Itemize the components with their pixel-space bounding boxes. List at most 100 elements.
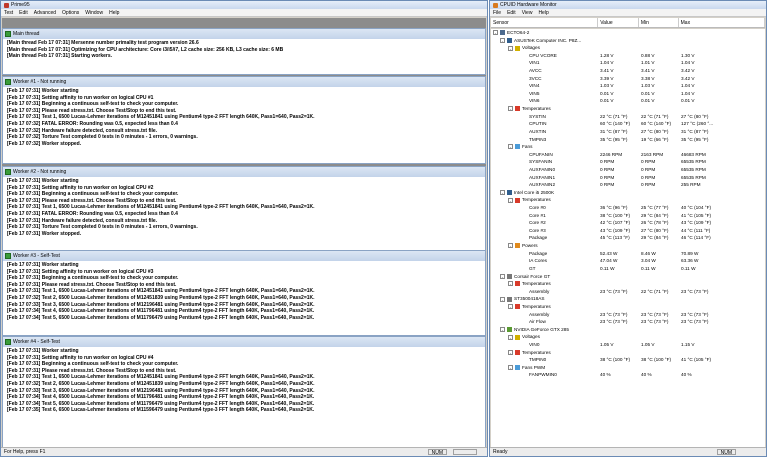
worker-3-window[interactable]: Worker #3 - Self-Test [Feb 17 07:31] Wor… xyxy=(2,250,486,336)
column-min[interactable]: Min xyxy=(639,18,679,27)
sensor-row[interactable]: 3VCC 3.39 V 3.38 V 3.42 V xyxy=(491,75,765,83)
sensor-group-row[interactable]: - Powers xyxy=(491,242,765,250)
sensor-row[interactable]: AUXTIN 31 °C (87 °F) 27 °C (80 °F) 31 °C (8… xyxy=(491,128,765,136)
worker-3-log[interactable]: [Feb 17 07:31] Worker starting [Feb 17 0… xyxy=(3,261,485,322)
sensor-row[interactable]: Core #2 42 °C (107 °F) 26 °C (78 °F) 43 °C … xyxy=(491,219,765,227)
sensor-group-row[interactable]: - Fans PWM xyxy=(491,364,765,372)
expand-collapse-toggle[interactable]: - xyxy=(508,45,513,51)
sensor-label: SYSFANIN xyxy=(529,158,552,166)
sensor-row[interactable]: AUXFANIN1 0 RPM 0 RPM 65535 RPM xyxy=(491,174,765,182)
sensor-row[interactable]: GT 0.11 W 0.11 W 0.11 W xyxy=(491,265,765,273)
expand-collapse-toggle[interactable]: - xyxy=(500,327,505,333)
expand-collapse-toggle[interactable]: - xyxy=(500,296,505,302)
sensor-row[interactable]: Core #3 43 °C (109 °F) 27 °C (80 °F) 44 °C … xyxy=(491,227,765,235)
sensor-row[interactable]: AVCC 3.41 V 3.41 V 3.42 V xyxy=(491,67,765,75)
menu-help[interactable]: Help xyxy=(535,10,551,16)
sensor-row[interactable]: Assembly 23 °C (73 °F) 22 °C (71 °F) 23 °C … xyxy=(491,288,765,296)
expand-collapse-toggle[interactable]: - xyxy=(508,349,513,355)
expand-collapse-toggle[interactable]: - xyxy=(508,281,513,287)
column-sensor[interactable]: Sensor xyxy=(491,18,599,27)
menu-edit[interactable]: Edit xyxy=(504,10,519,16)
menu-advanced[interactable]: Advanced xyxy=(31,10,59,16)
worker-2-titlebar[interactable]: Worker #2 - Not running xyxy=(3,167,485,177)
sensor-row[interactable]: CPUFANIN 2246 RPM 2163 RPM 46683 RPM xyxy=(491,151,765,159)
sensor-row[interactable]: IA Cores 47.04 W 3.04 W 63.36 W xyxy=(491,257,765,265)
sensor-row[interactable]: AUXFANIN2 0 RPM 0 RPM 255 RPM xyxy=(491,181,765,189)
sensor-row[interactable]: CPUTIN 60 °C (140 °F) 60 °C (140 °F) 127 °C… xyxy=(491,120,765,128)
sensor-label: VIN5 xyxy=(529,90,539,98)
sensor-row[interactable]: FANPWMIN0 40 % 40 % 40 % xyxy=(491,371,765,379)
expand-collapse-toggle[interactable]: - xyxy=(500,37,505,43)
hwmonitor-titlebar[interactable]: CPUID Hardware Monitor xyxy=(490,1,766,9)
sensor-tree[interactable]: - ECTO64-2- ASUSTeK Computer INC. P8Z... - V… xyxy=(491,29,765,447)
worker-2-window[interactable]: Worker #2 - Not running [Feb 17 07:31] W… xyxy=(2,166,486,251)
sensor-row[interactable]: VIN1 1.04 V 1.01 V 1.04 V xyxy=(491,59,765,67)
worker-1-log[interactable]: [Feb 17 07:31] Worker starting [Feb 17 0… xyxy=(3,87,485,148)
sensor-row[interactable]: SYSFANIN 0 RPM 0 RPM 65535 RPM xyxy=(491,158,765,166)
expand-collapse-toggle[interactable]: - xyxy=(508,304,513,310)
sensor-row[interactable]: VIN4 1.03 V 1.03 V 1.04 V xyxy=(491,82,765,90)
menu-test[interactable]: Test xyxy=(1,10,16,16)
sensor-group-row[interactable]: - Temperatures xyxy=(491,303,765,311)
expand-collapse-toggle[interactable]: - xyxy=(508,243,513,249)
column-max[interactable]: Max xyxy=(679,18,765,27)
sensor-group-row[interactable]: - ASUSTeK Computer INC. P8Z... xyxy=(491,37,765,45)
sensor-row[interactable]: VIN6 0.01 V 0.01 V 0.01 V xyxy=(491,97,765,105)
sensor-row[interactable]: TMPIN3 35 °C (95 °F) 19 °C (66 °F) 35 °C (9… xyxy=(491,136,765,144)
worker-4-window[interactable]: Worker #4 - Self-Test [Feb 17 07:31] Wor… xyxy=(2,336,486,449)
sensor-group-row[interactable]: - Corsair Force GT xyxy=(491,273,765,281)
sensor-row[interactable]: Package 45 °C (113 °F) 29 °C (84 °F) 46 °C … xyxy=(491,234,765,242)
main-thread-window[interactable]: Main thread [Main thread Feb 17 07:31] M… xyxy=(2,28,486,75)
sensor-group-row[interactable]: - Temperatures xyxy=(491,349,765,357)
sensor-row[interactable]: CPU VCORE 1.28 V 0.88 V 1.30 V xyxy=(491,52,765,60)
chip-icon xyxy=(507,190,512,196)
menu-window[interactable]: Window xyxy=(82,10,106,16)
worker-2-log[interactable]: [Feb 17 07:31] Worker starting [Feb 17 0… xyxy=(3,177,485,238)
sensor-row[interactable]: VIN5 0.01 V 0.01 V 1.04 V xyxy=(491,90,765,98)
sensor-group-row[interactable]: - Fans xyxy=(491,143,765,151)
worker-1-titlebar[interactable]: Worker #1 - Not running xyxy=(3,77,485,87)
sensor-row[interactable]: SYSTIN 22 °C (71 °F) 22 °C (71 °F) 27 °C (8… xyxy=(491,113,765,121)
column-value[interactable]: Value xyxy=(598,18,639,27)
worker-3-titlebar[interactable]: Worker #3 - Self-Test xyxy=(3,251,485,261)
expand-collapse-toggle[interactable]: - xyxy=(508,334,513,340)
expand-collapse-toggle[interactable]: - xyxy=(508,106,513,112)
sensor-group-row[interactable]: - Temperatures xyxy=(491,280,765,288)
sensor-group-row[interactable]: - Voltages xyxy=(491,333,765,341)
prime95-titlebar[interactable]: Prime95 xyxy=(1,1,487,9)
worker-1-window[interactable]: Worker #1 - Not running [Feb 17 07:31] W… xyxy=(2,76,486,164)
sensor-group-row[interactable]: - ECTO64-2 xyxy=(491,29,765,37)
sensor-group-row[interactable]: - ST3500418AS xyxy=(491,295,765,303)
sensor-name: VIN5 xyxy=(529,90,540,96)
expand-collapse-toggle[interactable]: - xyxy=(508,197,513,203)
sensor-row[interactable]: TMPIN0 38 °C (100 °F) 38 °C (100 °F) 41 °C … xyxy=(491,356,765,364)
expand-collapse-toggle[interactable]: - xyxy=(508,365,513,371)
sensor-group-row[interactable]: - Temperatures xyxy=(491,196,765,204)
sensor-row[interactable]: Core #0 36 °C (96 °F) 25 °C (77 °F) 40 °C (… xyxy=(491,204,765,212)
sensor-row[interactable]: Package 52.43 W 8.46 W 70.89 W xyxy=(491,250,765,258)
sensor-row[interactable]: AUXFANIN0 0 RPM 0 RPM 65535 RPM xyxy=(491,166,765,174)
sensor-row[interactable]: Assembly 23 °C (73 °F) 23 °C (73 °F) 23 °C … xyxy=(491,311,765,319)
menu-options[interactable]: Options xyxy=(59,10,82,16)
sensor-row[interactable]: Air Flow 23 °C (73 °F) 23 °C (73 °F) 23 °C … xyxy=(491,318,765,326)
menu-help[interactable]: Help xyxy=(106,10,122,16)
log-line: [Feb 17 07:34] Test 5, 6500 Lucas-Lehmer… xyxy=(7,314,315,321)
main-thread-titlebar[interactable]: Main thread xyxy=(3,29,485,39)
expand-collapse-toggle[interactable]: - xyxy=(493,30,498,36)
sensor-group-row[interactable]: - NVIDIA GeForce GTX 285 xyxy=(491,326,765,334)
menu-edit[interactable]: Edit xyxy=(16,10,31,16)
worker-4-log[interactable]: [Feb 17 07:31] Worker starting [Feb 17 0… xyxy=(3,347,485,415)
expand-collapse-toggle[interactable]: - xyxy=(500,273,505,279)
sensor-row[interactable]: VIN0 1.05 V 1.05 V 1.15 V xyxy=(491,341,765,349)
main-thread-log[interactable]: [Main thread Feb 17 07:31] Mersenne numb… xyxy=(3,39,485,61)
sensor-group-row[interactable]: - Intel Core i5 2500K xyxy=(491,189,765,197)
expand-collapse-toggle[interactable]: - xyxy=(500,190,505,196)
worker-4-titlebar[interactable]: Worker #4 - Self-Test xyxy=(3,337,485,347)
menu-view[interactable]: View xyxy=(519,10,536,16)
sensor-row[interactable]: Core #1 38 °C (100 °F) 29 °C (84 °F) 41 °C … xyxy=(491,212,765,220)
sensor-group-row[interactable]: - Temperatures xyxy=(491,105,765,113)
sensor-group-row[interactable]: - Voltages xyxy=(491,44,765,52)
menu-file[interactable]: File xyxy=(490,10,504,16)
expand-collapse-toggle[interactable]: - xyxy=(508,144,513,150)
worker-4-title: Worker #4 - Self-Test xyxy=(13,339,60,345)
